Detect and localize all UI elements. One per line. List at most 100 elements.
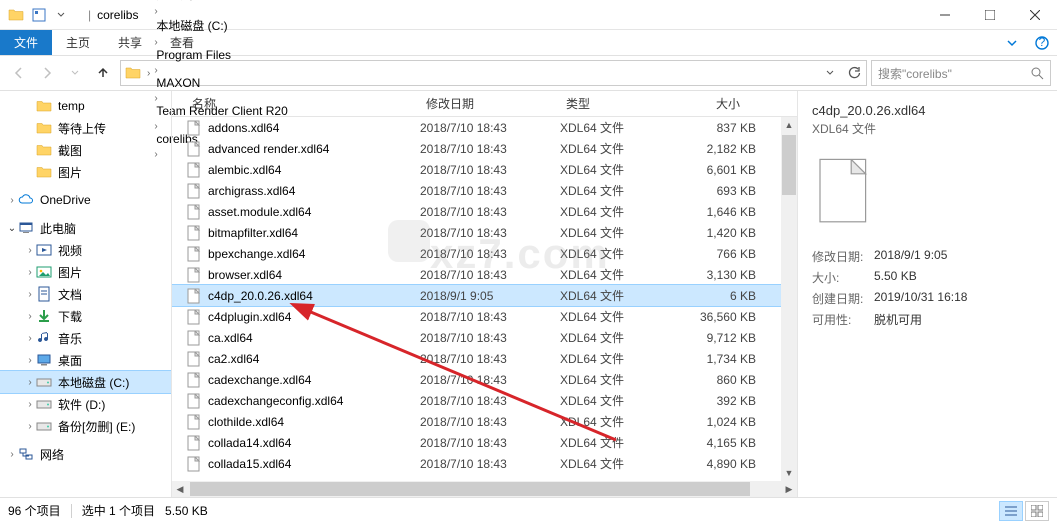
- column-name[interactable]: 名称: [186, 95, 420, 112]
- breadcrumb-item[interactable]: 此电脑: [152, 0, 291, 3]
- forward-button[interactable]: [34, 60, 60, 86]
- ribbon-file-tab[interactable]: 文件: [0, 30, 52, 55]
- file-size: 1,646 KB: [680, 205, 756, 219]
- chevron-right-icon[interactable]: ›: [24, 311, 36, 322]
- chevron-right-icon[interactable]: ›: [24, 399, 36, 410]
- breadcrumb-item[interactable]: 本地磁盘 (C:): [152, 17, 291, 34]
- nav-pc-item[interactable]: ›备份[勿删] (E:): [0, 415, 171, 437]
- file-row[interactable]: advanced render.xdl642018/7/10 18:43XDL6…: [172, 138, 797, 159]
- scroll-right-button[interactable]: ▶: [781, 481, 797, 497]
- column-date[interactable]: 修改日期: [420, 95, 560, 112]
- preview-row: 可用性:脱机可用: [812, 311, 1043, 328]
- file-row[interactable]: collada14.xdl642018/7/10 18:43XDL64 文件4,…: [172, 432, 797, 453]
- vertical-scrollbar[interactable]: ▲ ▼: [781, 117, 797, 481]
- chevron-right-icon[interactable]: ›: [24, 289, 36, 300]
- nav-pc-item[interactable]: ›软件 (D:): [0, 393, 171, 415]
- scroll-left-button[interactable]: ◀: [172, 481, 188, 497]
- scroll-down-button[interactable]: ▼: [781, 465, 797, 481]
- view-details-button[interactable]: [999, 501, 1023, 521]
- file-size: 860 KB: [680, 373, 756, 387]
- preview-label: 可用性:: [812, 311, 874, 328]
- column-size[interactable]: 大小: [680, 95, 760, 112]
- file-row[interactable]: ca.xdl642018/7/10 18:43XDL64 文件9,712 KB: [172, 327, 797, 348]
- nav-network[interactable]: › 网络: [0, 443, 171, 465]
- ribbon-help-button[interactable]: ?: [1027, 30, 1057, 55]
- file-row[interactable]: clothilde.xdl642018/7/10 18:43XDL64 文件1,…: [172, 411, 797, 432]
- file-row[interactable]: browser.xdl642018/7/10 18:43XDL64 文件3,13…: [172, 264, 797, 285]
- nav-quick-item[interactable]: 等待上传: [0, 117, 171, 139]
- chevron-down-icon[interactable]: ⌄: [6, 223, 18, 234]
- file-row[interactable]: c4dplugin.xdl642018/7/10 18:43XDL64 文件36…: [172, 306, 797, 327]
- scroll-thumb[interactable]: [782, 135, 796, 195]
- recent-dropdown[interactable]: [62, 60, 88, 86]
- chevron-right-icon[interactable]: ›: [24, 421, 36, 432]
- address-dropdown[interactable]: [818, 61, 842, 85]
- chevron-right-icon[interactable]: ›: [6, 195, 18, 206]
- folder-icon: [8, 7, 24, 23]
- column-headers: 名称 修改日期 类型 大小: [172, 91, 797, 117]
- nav-pc-item[interactable]: ›图片: [0, 261, 171, 283]
- search-box[interactable]: 搜索"corelibs": [871, 60, 1051, 86]
- chevron-right-icon[interactable]: ›: [24, 267, 36, 278]
- file-row[interactable]: addons.xdl642018/7/10 18:43XDL64 文件837 K…: [172, 117, 797, 138]
- file-row[interactable]: bpexchange.xdl642018/7/10 18:43XDL64 文件7…: [172, 243, 797, 264]
- chevron-right-icon[interactable]: ›: [152, 65, 159, 76]
- breadcrumb-item[interactable]: Program Files: [152, 48, 291, 62]
- nav-pc-item[interactable]: ›视频: [0, 239, 171, 261]
- file-type: XDL64 文件: [560, 182, 680, 199]
- address-bar[interactable]: › 此电脑›本地磁盘 (C:)›Program Files›MAXON›Team…: [120, 60, 867, 86]
- file-date: 2018/7/10 18:43: [420, 268, 560, 282]
- file-row[interactable]: asset.module.xdl642018/7/10 18:43XDL64 文…: [172, 201, 797, 222]
- file-row[interactable]: cadexchangeconfig.xdl642018/7/10 18:43XD…: [172, 390, 797, 411]
- nav-pc-item[interactable]: ›下载: [0, 305, 171, 327]
- nav-quick-item[interactable]: 图片: [0, 161, 171, 183]
- file-row[interactable]: alembic.xdl642018/7/10 18:43XDL64 文件6,60…: [172, 159, 797, 180]
- chevron-right-icon[interactable]: ›: [152, 37, 159, 48]
- nav-pc-item[interactable]: ›文档: [0, 283, 171, 305]
- nav-quick-item[interactable]: 截图: [0, 139, 171, 161]
- file-row[interactable]: cadexchange.xdl642018/7/10 18:43XDL64 文件…: [172, 369, 797, 390]
- nav-quick-item[interactable]: temp: [0, 95, 171, 117]
- maximize-button[interactable]: [967, 0, 1012, 30]
- ribbon-home-tab[interactable]: 主页: [52, 30, 104, 55]
- file-row[interactable]: archigrass.xdl642018/7/10 18:43XDL64 文件6…: [172, 180, 797, 201]
- file-icon: [186, 120, 202, 136]
- up-button[interactable]: [90, 60, 116, 86]
- chevron-right-icon[interactable]: ›: [6, 449, 18, 460]
- chevron-right-icon[interactable]: ›: [24, 245, 36, 256]
- nav-pc-item[interactable]: ›音乐: [0, 327, 171, 349]
- minimize-button[interactable]: [922, 0, 967, 30]
- chevron-right-icon[interactable]: ›: [24, 377, 36, 388]
- view-icons-button[interactable]: [1025, 501, 1049, 521]
- file-name: addons.xdl64: [208, 121, 420, 135]
- file-date: 2018/7/10 18:43: [420, 331, 560, 345]
- nav-pc-item[interactable]: ›本地磁盘 (C:): [0, 371, 171, 393]
- close-button[interactable]: [1012, 0, 1057, 30]
- qat-dropdown[interactable]: [50, 4, 72, 26]
- chevron-right-icon[interactable]: ›: [145, 68, 152, 79]
- file-icon: [186, 351, 202, 367]
- chevron-right-icon[interactable]: ›: [24, 355, 36, 366]
- column-type[interactable]: 类型: [560, 95, 680, 112]
- nav-pc-item[interactable]: ›桌面: [0, 349, 171, 371]
- window-title: corelibs: [97, 8, 138, 22]
- ribbon-expand-button[interactable]: [997, 30, 1027, 55]
- scroll-thumb[interactable]: [190, 482, 750, 496]
- horizontal-scrollbar[interactable]: ◀ ▶: [172, 481, 797, 497]
- ribbon-share-tab[interactable]: 共享: [104, 30, 156, 55]
- file-row[interactable]: ca2.xdl642018/7/10 18:43XDL64 文件1,734 KB: [172, 348, 797, 369]
- scroll-up-button[interactable]: ▲: [781, 117, 797, 133]
- breadcrumb-item[interactable]: MAXON: [152, 76, 291, 90]
- preview-value: 脱机可用: [874, 311, 922, 328]
- chevron-right-icon[interactable]: ›: [24, 333, 36, 344]
- chevron-right-icon[interactable]: ›: [152, 6, 159, 17]
- file-row[interactable]: c4dp_20.0.26.xdl642018/9/1 9:05XDL64 文件6…: [172, 285, 797, 306]
- file-row[interactable]: collada15.xdl642018/7/10 18:43XDL64 文件4,…: [172, 453, 797, 474]
- nav-onedrive[interactable]: › OneDrive: [0, 189, 171, 211]
- qat-properties[interactable]: [28, 4, 50, 26]
- preview-value: 2019/10/31 16:18: [874, 290, 967, 307]
- nav-thispc[interactable]: ⌄ 此电脑: [0, 217, 171, 239]
- file-row[interactable]: bitmapfilter.xdl642018/7/10 18:43XDL64 文…: [172, 222, 797, 243]
- refresh-button[interactable]: [842, 61, 866, 85]
- back-button[interactable]: [6, 60, 32, 86]
